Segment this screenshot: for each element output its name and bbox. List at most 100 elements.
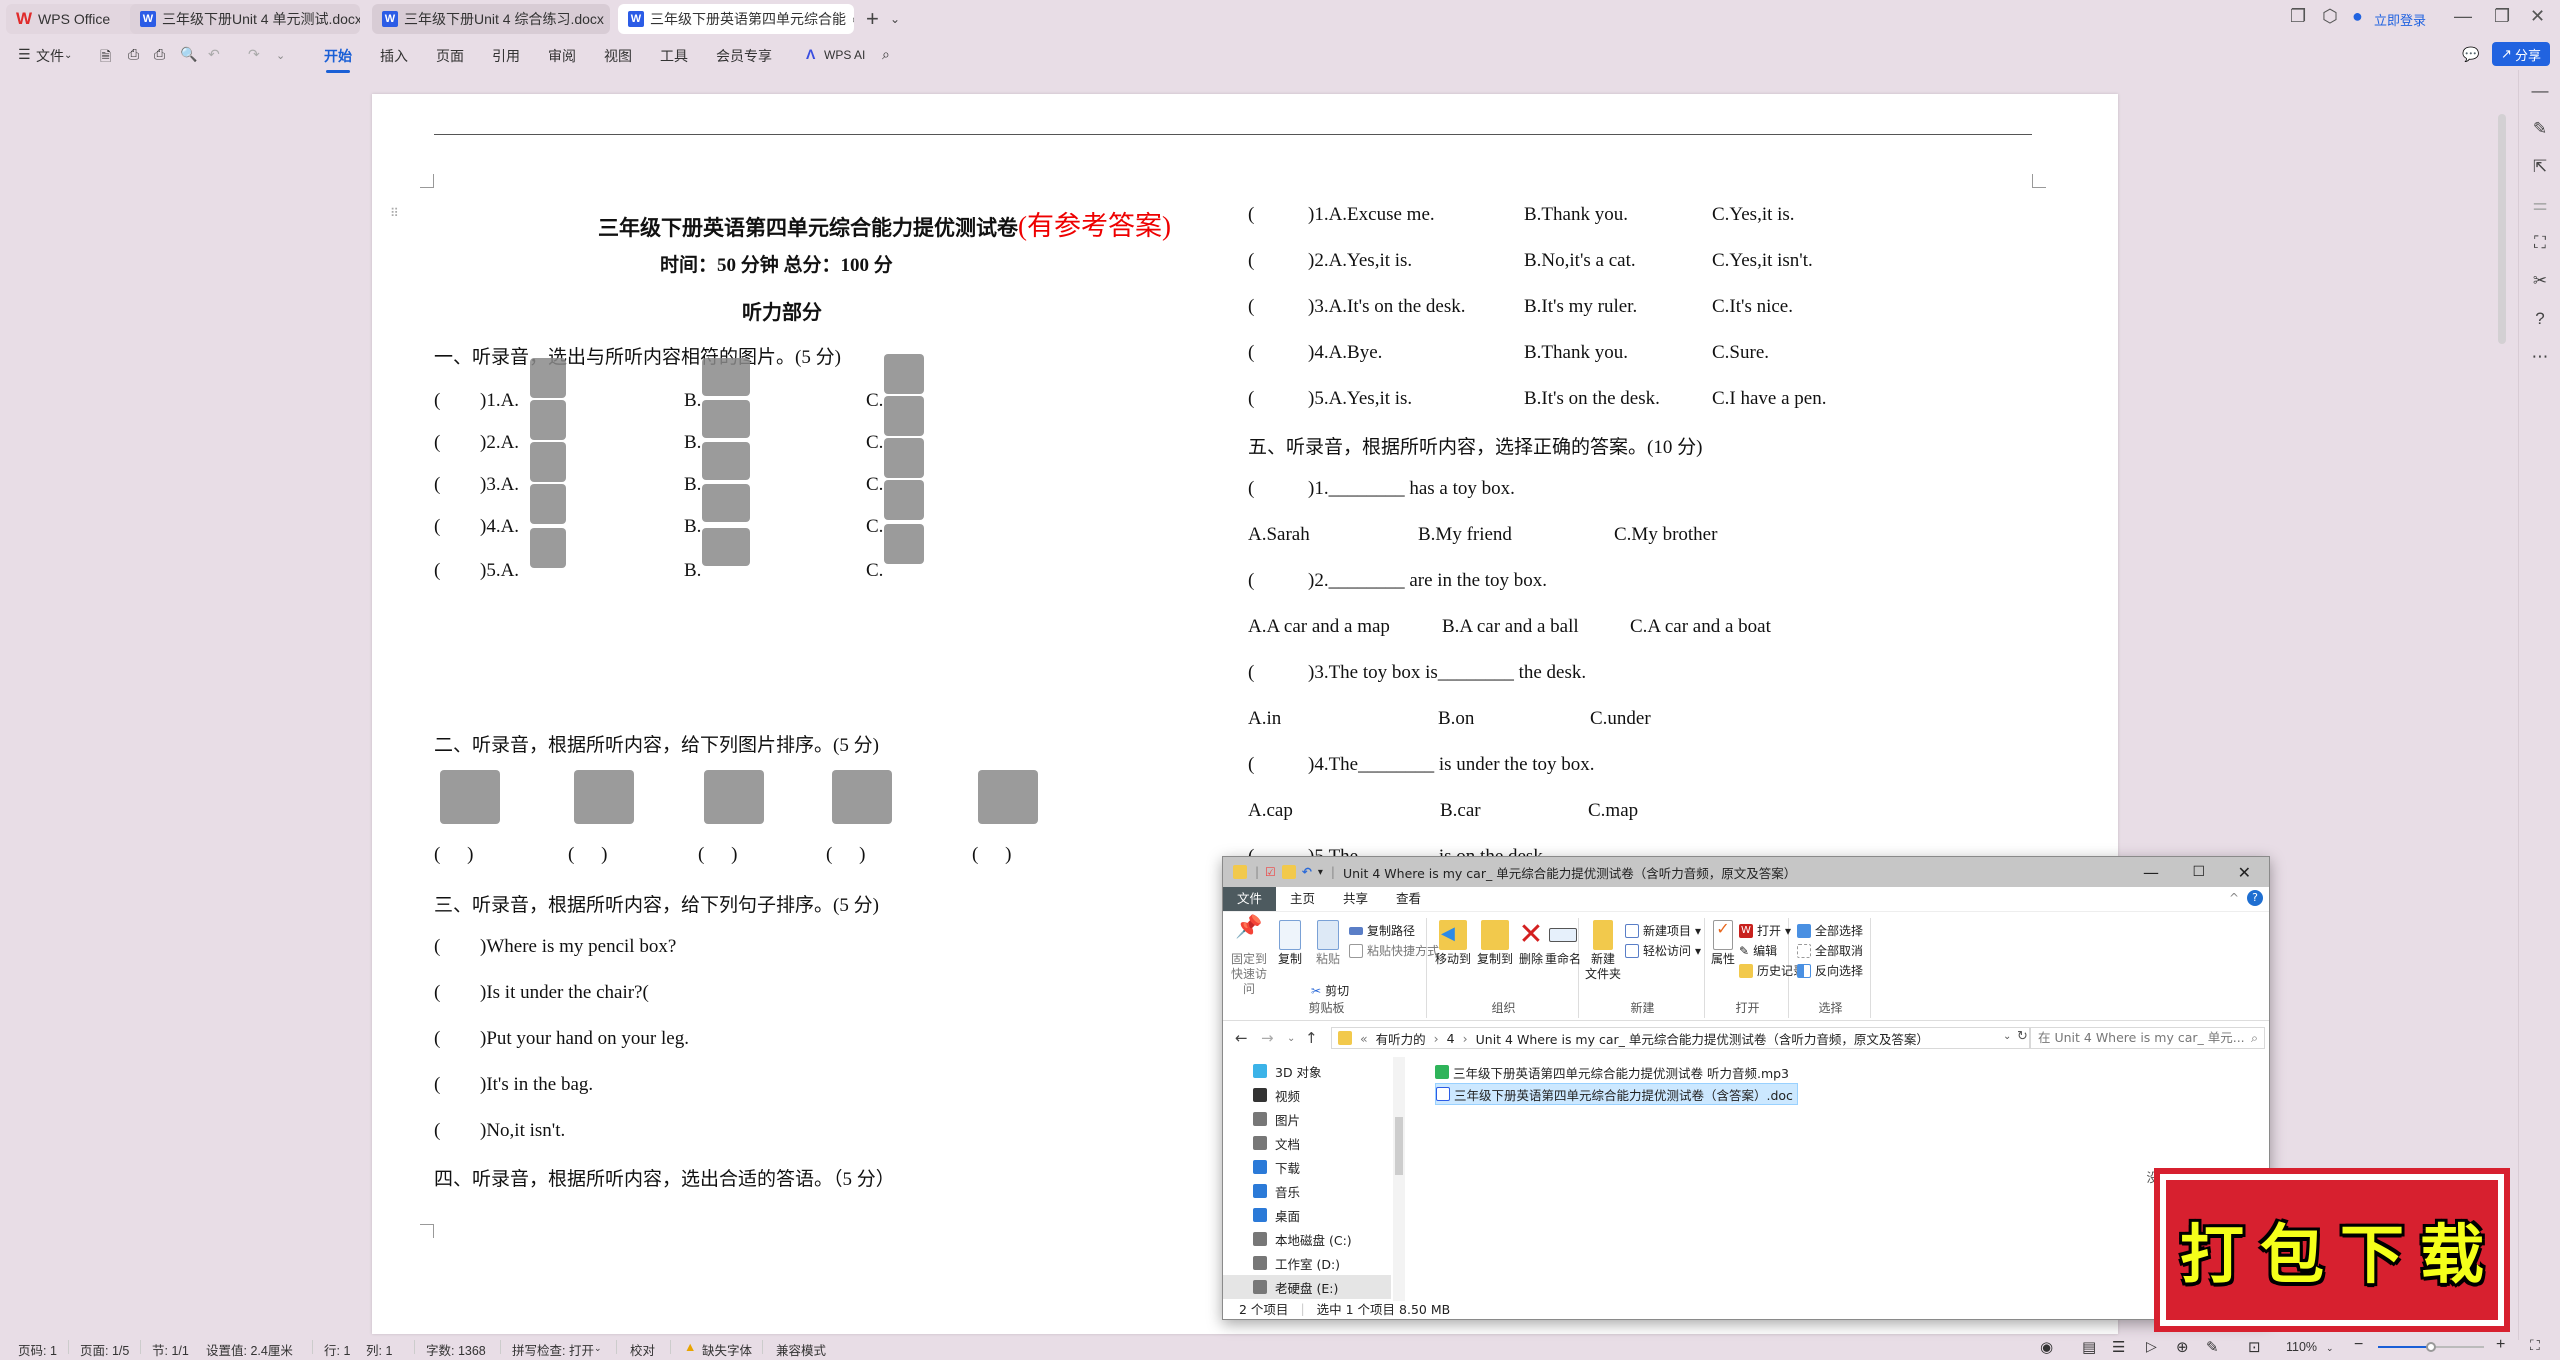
pin-quick-access-button[interactable]: 📌 固定到快速访问 bbox=[1227, 917, 1271, 997]
window-switch-icon[interactable]: ❐ bbox=[2290, 6, 2306, 27]
menu-home[interactable]: 主页 bbox=[1276, 887, 1329, 911]
export-icon[interactable]: ⎙ bbox=[128, 46, 139, 63]
nav-item[interactable]: 文档 bbox=[1253, 1131, 1300, 1155]
nav-item[interactable]: 视频 bbox=[1253, 1083, 1300, 1107]
cube-icon[interactable]: ⬡ bbox=[2322, 6, 2338, 27]
search-icon[interactable]: ⌕ bbox=[882, 46, 890, 63]
menu-file[interactable]: 文件 bbox=[1223, 887, 1277, 911]
maximize-icon[interactable]: ☐ bbox=[2192, 864, 2205, 880]
zoom-dropdown-icon[interactable]: ⌄ bbox=[2326, 1343, 2334, 1354]
file-item[interactable]: 三年级下册英语第四单元综合能力提优测试卷 听力音频.mp3 bbox=[1435, 1061, 1793, 1083]
copy-to-button[interactable]: 复制到 bbox=[1475, 920, 1515, 967]
restore-icon[interactable]: ❐ bbox=[2494, 6, 2510, 27]
tab-list-chevron-icon[interactable]: ⌄ bbox=[890, 12, 900, 26]
paste-shortcut-button[interactable]: 粘贴快捷方式 bbox=[1349, 942, 1439, 959]
address-dropdown-icon[interactable]: ⌄ bbox=[2003, 1031, 2011, 1042]
share-button[interactable]: ↗ 分享 bbox=[2492, 42, 2550, 66]
nav-item[interactable]: 3D 对象 bbox=[1253, 1059, 1322, 1083]
nav-item[interactable]: 老硬盘 (E:) bbox=[1223, 1275, 1391, 1299]
menu-share[interactable]: 共享 bbox=[1329, 887, 1382, 911]
more-chevron-icon[interactable]: ⌄ bbox=[276, 49, 285, 62]
ribbon-tab-insert[interactable]: 插入 bbox=[380, 46, 408, 66]
new-tab-button[interactable]: + bbox=[866, 6, 879, 32]
collapse-icon[interactable]: — bbox=[2529, 80, 2551, 102]
zoom-out-icon[interactable]: − bbox=[2354, 1336, 2363, 1354]
section-info[interactable]: 节: 1/1 bbox=[152, 1340, 189, 1359]
zoom-level[interactable]: 110% bbox=[2286, 1340, 2317, 1354]
zoom-in-icon[interactable]: + bbox=[2496, 1336, 2505, 1354]
help-icon[interactable]: ? bbox=[2529, 308, 2551, 330]
cut-button[interactable]: ✂ 剪切 bbox=[1311, 982, 1349, 999]
refresh-icon[interactable]: ↻ bbox=[2017, 1029, 2028, 1044]
login-link[interactable]: 立即登录 bbox=[2374, 10, 2426, 29]
nav-item[interactable]: 工作室 (D:) bbox=[1253, 1251, 1340, 1275]
annotate-icon[interactable]: ✎ bbox=[2206, 1338, 2219, 1356]
open-button[interactable]: W 打开 ▾ bbox=[1739, 922, 1791, 939]
file-item[interactable]: 三年级下册英语第四单元综合能力提优测试卷（含答案）.doc bbox=[1435, 1083, 1798, 1105]
ribbon-tab-member[interactable]: 会员专享 bbox=[716, 46, 772, 66]
scrollbar-thumb[interactable] bbox=[2498, 114, 2506, 344]
missing-fonts-button[interactable]: 缺失字体 bbox=[702, 1340, 752, 1359]
customize-quick-access-icon[interactable]: ▾ bbox=[1318, 867, 1323, 878]
up-arrow-icon[interactable]: ↑ bbox=[1305, 1029, 1318, 1047]
file-explorer-window[interactable]: | ☑ ↶ ▾ | Unit 4 Where is my car_ 单元综合能力… bbox=[1222, 856, 2270, 1320]
nav-item[interactable]: 下载 bbox=[1253, 1155, 1300, 1179]
recent-chevron-icon[interactable]: ⌄ bbox=[1287, 1033, 1295, 1044]
compat-mode[interactable]: 兼容模式 bbox=[776, 1340, 826, 1359]
spell-check-toggle[interactable]: 拼写检查: 打开 bbox=[512, 1340, 594, 1359]
undo-icon[interactable]: ↶ bbox=[208, 46, 220, 63]
properties-quick-icon[interactable]: ☑ bbox=[1265, 865, 1276, 879]
paste-button[interactable]: 粘贴 bbox=[1311, 920, 1345, 967]
explorer-search-input[interactable]: 在 Unit 4 Where is my car_ 单元... ⌕ bbox=[2029, 1027, 2265, 1049]
rename-button[interactable]: 重命名 bbox=[1545, 920, 1581, 967]
copy-button[interactable]: 复制 bbox=[1273, 920, 1307, 967]
undo-quick-icon[interactable]: ↶ bbox=[1302, 865, 1312, 879]
minimize-icon[interactable]: — bbox=[2454, 6, 2472, 27]
copy-path-button[interactable]: 复制路径 bbox=[1349, 922, 1415, 939]
move-to-button[interactable]: ◀ 移动到 bbox=[1433, 920, 1473, 967]
select-none-button[interactable]: 全部取消 bbox=[1797, 942, 1863, 959]
address-bar[interactable]: « 有听力的 › 4 › Unit 4 Where is my car_ 单元综… bbox=[1331, 1027, 2031, 1049]
collapse-ribbon-icon[interactable]: ^ bbox=[2229, 891, 2239, 905]
ribbon-tab-review[interactable]: 审阅 bbox=[548, 46, 576, 66]
new-folder-quick-icon[interactable] bbox=[1281, 865, 1296, 879]
wps-ai-button[interactable]: WPS AI bbox=[824, 48, 865, 62]
forward-arrow-icon[interactable]: → bbox=[1261, 1029, 1274, 1047]
page-view-icon[interactable]: ▤ bbox=[2082, 1338, 2096, 1356]
tab-document-1[interactable]: W 三年级下册Unit 4 单元测试.docx bbox=[130, 4, 360, 34]
invert-selection-button[interactable]: 反向选择 bbox=[1797, 962, 1863, 979]
chevron-down-icon[interactable]: ⌄ bbox=[594, 1343, 602, 1354]
outline-view-icon[interactable]: ☰ bbox=[2112, 1338, 2125, 1356]
tab-wps-home[interactable]: W WPS Office bbox=[6, 4, 142, 34]
select-all-button[interactable]: 全部选择 bbox=[1797, 922, 1863, 939]
new-item-button[interactable]: 新建项目 ▾ bbox=[1625, 922, 1701, 939]
nav-item[interactable]: 音乐 bbox=[1253, 1179, 1300, 1203]
pen-icon[interactable]: ✎ bbox=[2529, 118, 2551, 140]
close-window-icon[interactable]: ✕ bbox=[2238, 863, 2251, 882]
vertical-scrollbar[interactable] bbox=[2492, 70, 2512, 1340]
redo-icon[interactable]: ↷ bbox=[248, 46, 260, 63]
ribbon-tab-references[interactable]: 引用 bbox=[492, 46, 520, 66]
page-count[interactable]: 页面: 1/5 bbox=[80, 1340, 129, 1359]
breadcrumb-item[interactable]: Unit 4 Where is my car_ 单元综合能力提优测试卷（含听力音… bbox=[1476, 1029, 1929, 1048]
ribbon-tab-page[interactable]: 页面 bbox=[436, 46, 464, 66]
print-icon[interactable]: ⎙ bbox=[154, 46, 165, 63]
ai-image-icon[interactable]: ⛶ bbox=[2529, 232, 2551, 254]
tools-icon[interactable]: ✂ bbox=[2529, 270, 2551, 292]
select-cursor-icon[interactable]: ⇱ bbox=[2529, 156, 2551, 178]
nav-item[interactable]: 本地磁盘 (C:) bbox=[1253, 1227, 1352, 1251]
fit-page-icon[interactable]: ⊡ bbox=[2248, 1338, 2261, 1356]
screen-icon[interactable]: ▭ bbox=[852, 12, 854, 26]
tab-document-2[interactable]: W 三年级下册Unit 4 综合练习.docx bbox=[372, 4, 610, 34]
setting-value[interactable]: 设置值: 2.4厘米 bbox=[206, 1340, 293, 1359]
zoom-slider-handle[interactable] bbox=[2426, 1342, 2436, 1352]
zoom-slider[interactable] bbox=[2378, 1342, 2484, 1352]
tab-document-3[interactable]: W 三年级下册英语第四单元综合能 ▭ ✕ bbox=[618, 4, 854, 34]
nav-scrollbar[interactable] bbox=[1393, 1057, 1405, 1301]
drag-handle-icon[interactable]: ⠿ bbox=[390, 206, 399, 220]
download-package-banner[interactable]: 打 包 下 载 bbox=[2154, 1168, 2510, 1332]
save-icon[interactable]: 🗎 bbox=[100, 46, 111, 70]
file-menu[interactable]: 文件 bbox=[36, 46, 64, 66]
explorer-titlebar[interactable]: | ☑ ↶ ▾ | Unit 4 Where is my car_ 单元综合能力… bbox=[1223, 857, 2269, 887]
nav-scrollbar-thumb[interactable] bbox=[1395, 1117, 1403, 1175]
